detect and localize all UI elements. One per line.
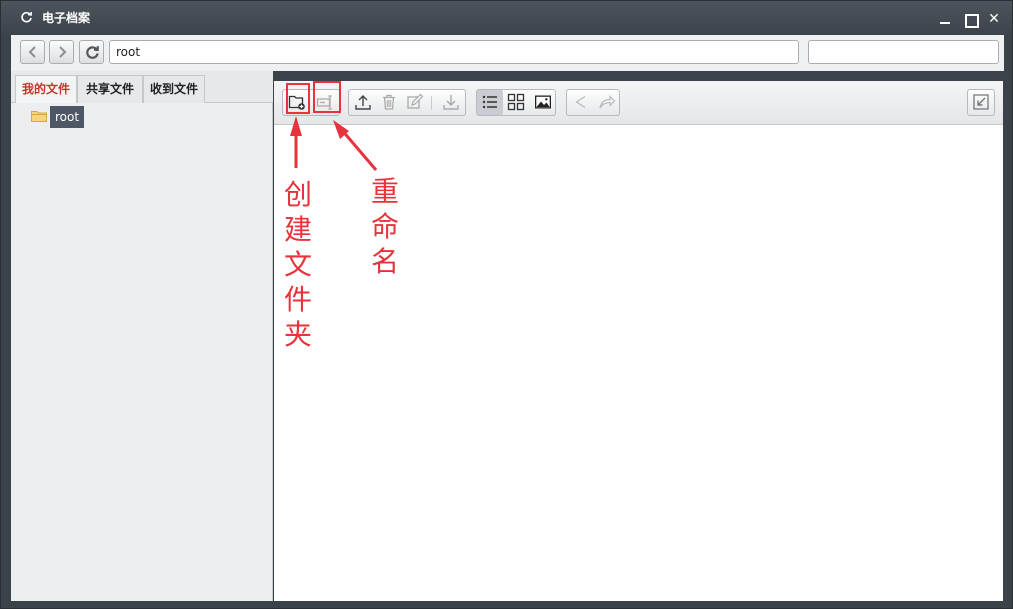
refresh-button[interactable] [79,40,104,64]
window-title: 电子档案 [42,11,91,25]
grid-view-icon [507,93,525,111]
share-actions-group [566,89,620,116]
image-view-icon [535,95,551,109]
tree-item-label: root [50,106,85,128]
tab-received-files[interactable]: 收到文件 [143,75,205,103]
address-field[interactable]: root [109,40,799,64]
maximize-icon[interactable] [962,11,979,28]
folder-icon [31,111,47,122]
minimize-icon[interactable] [937,11,953,27]
image-view-button[interactable] [530,90,556,115]
delete-icon [383,94,395,110]
file-area [274,81,1003,601]
search-input[interactable] [808,40,999,64]
create-folder-annotation: 创建文件夹 [283,178,312,351]
download-icon [443,95,459,110]
share-icon [575,95,586,109]
panel-toggle-group [967,89,995,116]
view-mode-group [476,89,556,116]
delete-button[interactable] [376,90,402,115]
upload-button[interactable] [350,90,376,115]
download-button[interactable] [438,90,464,115]
rename-highlight [313,81,341,113]
forward-share-button[interactable] [594,90,620,115]
list-view-button[interactable] [477,90,503,115]
refresh-icon [86,46,99,59]
toolbar-separator [431,96,432,110]
collapse-panel-button[interactable] [968,90,994,115]
edit-button[interactable] [402,90,428,115]
toolbar [274,81,1003,125]
forward-icon [599,95,616,109]
sidebar: 我的文件 共享文件 收到文件 root [11,71,273,601]
refresh-app-icon [20,11,34,25]
share-button[interactable] [568,90,594,115]
upload-icon [355,95,371,110]
title-bar[interactable]: 电子档案 ✕ [1,1,1012,35]
rename-annotation: 重命名 [370,175,399,278]
back-button[interactable] [20,40,45,64]
file-actions-group [348,89,466,116]
tab-shared-files[interactable]: 共享文件 [77,75,143,103]
edit-icon [407,93,424,109]
sidebar-tabs: 我的文件 共享文件 收到文件 [11,71,273,103]
chevron-right-icon [59,46,67,58]
grid-view-button[interactable] [503,90,529,115]
forward-button[interactable] [49,40,74,64]
chevron-left-icon [28,46,36,58]
tab-my-files[interactable]: 我的文件 [15,75,77,103]
navigation-bar: root [11,35,1004,71]
list-view-icon [482,95,497,109]
create-folder-highlight [286,83,310,114]
collapse-icon [973,94,989,110]
close-icon[interactable]: ✕ [986,11,1002,27]
app-window: 电子档案 ✕ root 我的文件 共享文件 收到文件 root [0,0,1013,609]
